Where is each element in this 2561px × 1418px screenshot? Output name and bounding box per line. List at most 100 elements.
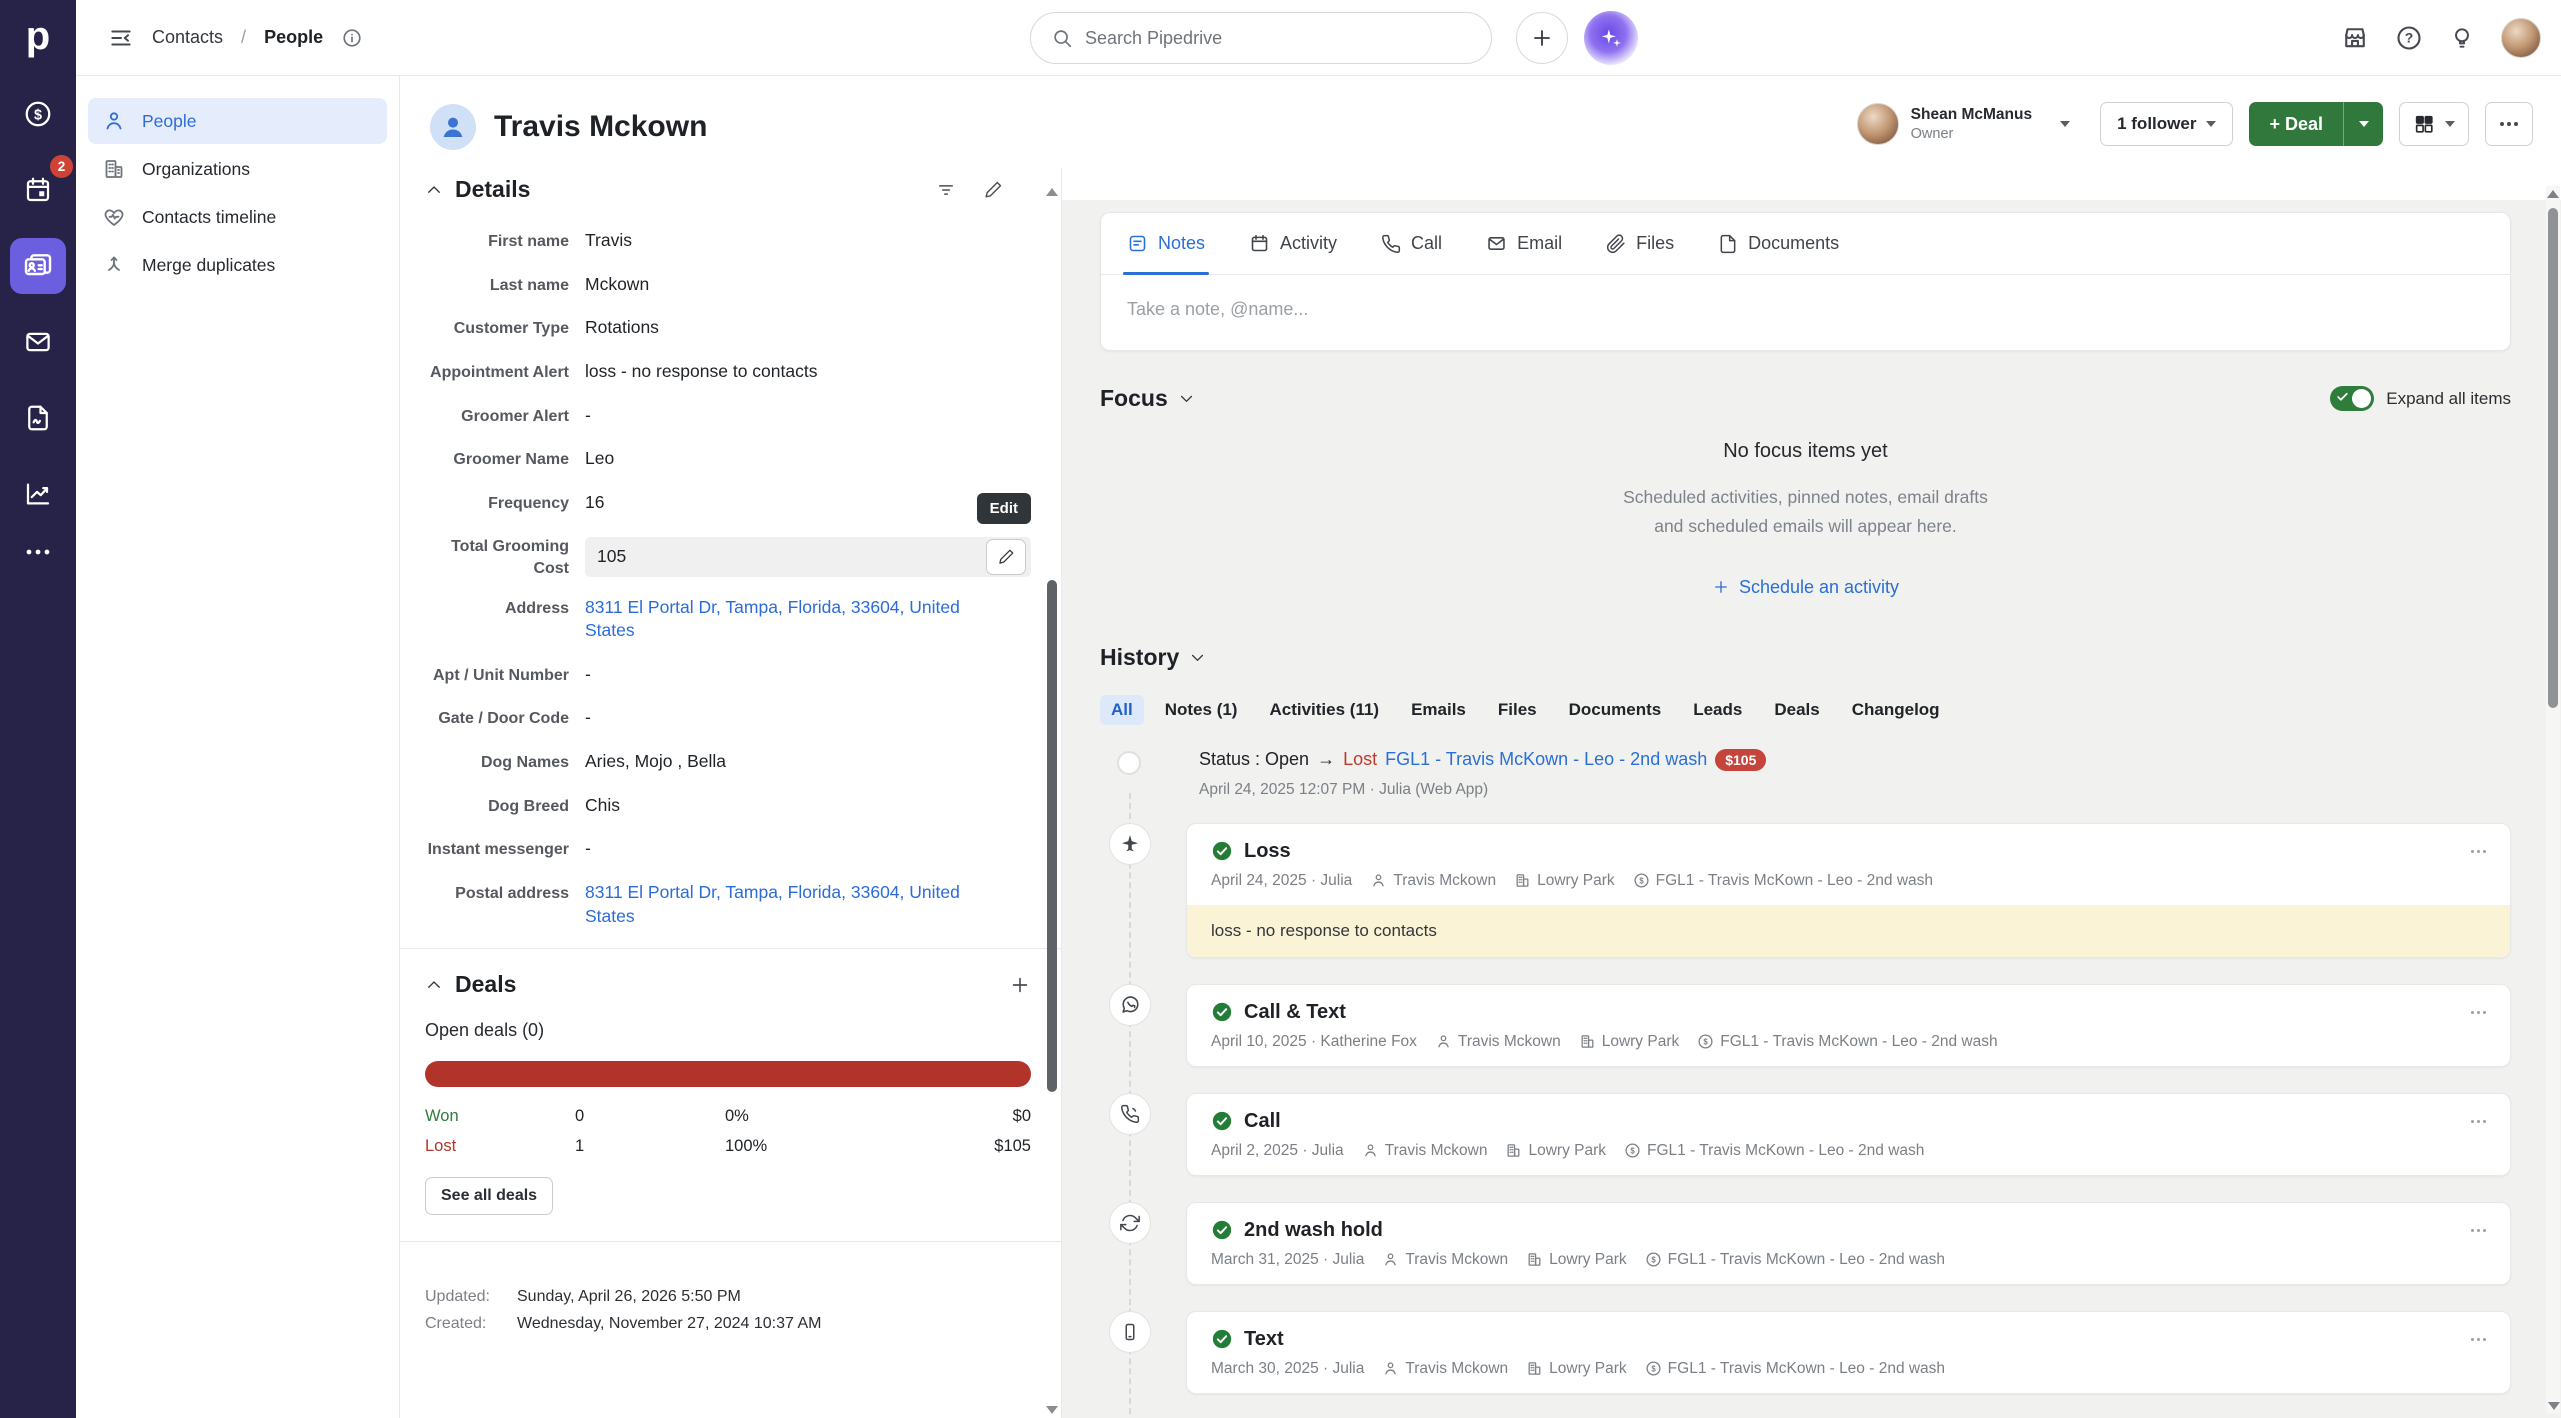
- linked-deal[interactable]: $ FGL1 - Travis McKown - Leo - 2nd wash: [1697, 1033, 1998, 1051]
- sidebar-item-label: Organizations: [142, 158, 250, 179]
- scroll-down-arrow[interactable]: [1046, 1406, 1058, 1414]
- item-more-icon[interactable]: [2476, 1228, 2480, 1232]
- linked-org[interactable]: Lowry Park: [1514, 872, 1615, 890]
- ai-assistant-button[interactable]: [1584, 11, 1638, 65]
- user-avatar[interactable]: [2501, 17, 2541, 58]
- linked-deal[interactable]: $ FGL1 - Travis McKown - Leo - 2nd wash: [1633, 872, 1933, 890]
- item-more-icon[interactable]: [2476, 849, 2480, 853]
- editable-field-highlight[interactable]: 105 Edit: [585, 493, 1031, 577]
- help-icon[interactable]: ?: [2395, 24, 2423, 52]
- layout-switch-button[interactable]: [2399, 102, 2469, 146]
- field-row: Groomer Name Leo: [453, 448, 615, 469]
- sidebar-item-merge-duplicates[interactable]: Merge duplicates: [88, 242, 387, 288]
- deal-value-badge[interactable]: $105: [1715, 748, 1767, 771]
- add-deal-dropdown[interactable]: [2343, 102, 2383, 146]
- see-all-deals-button[interactable]: See all deals: [425, 1177, 554, 1216]
- scroll-down-arrow[interactable]: [2547, 1402, 2560, 1410]
- add-deal-plus-icon[interactable]: [1009, 974, 1031, 996]
- scroll-up-arrow[interactable]: [2547, 190, 2559, 198]
- pipedrive-logo[interactable]: p: [26, 6, 50, 66]
- linked-org[interactable]: Lowry Park: [1526, 1360, 1627, 1378]
- status-meta: April 24, 2025 12:07 PM · Julia (Web App…: [1199, 780, 1489, 798]
- expand-all-toggle[interactable]: [2330, 386, 2375, 411]
- breadcrumb-contacts[interactable]: Contacts: [152, 27, 223, 48]
- item-more-icon[interactable]: [2476, 1337, 2480, 1341]
- history-collapse-icon[interactable]: [1189, 649, 1206, 666]
- contact-avatar[interactable]: [430, 104, 476, 150]
- linked-person[interactable]: Travis Mckown: [1382, 1360, 1508, 1378]
- merge-icon: [102, 253, 126, 277]
- item-more-icon[interactable]: [2476, 1010, 2480, 1014]
- tab-email[interactable]: Email: [1486, 213, 1562, 274]
- tab-notes[interactable]: Notes: [1122, 213, 1210, 275]
- linked-deal[interactable]: $ FGL1 - Travis McKown - Leo - 2nd wash: [1624, 1142, 1924, 1160]
- scroll-thumb[interactable]: [1047, 580, 1057, 1092]
- envelope-icon: [1486, 233, 1507, 254]
- filter-fields-icon[interactable]: [936, 180, 956, 200]
- add-deal-button[interactable]: + Deal: [2249, 102, 2343, 146]
- marketplace-icon[interactable]: [2341, 24, 2369, 52]
- linked-org[interactable]: Lowry Park: [1579, 1033, 1679, 1051]
- linked-person[interactable]: Travis Mckown: [1435, 1033, 1561, 1051]
- sidebar-item-organizations[interactable]: Organizations: [88, 146, 387, 192]
- tab-activity[interactable]: Activity: [1249, 213, 1337, 274]
- rail-item-mail[interactable]: [10, 314, 66, 370]
- deal-link[interactable]: FGL1 - Travis McKown - Leo - 2nd wash: [1385, 749, 1707, 770]
- focus-collapse-icon[interactable]: [1178, 390, 1195, 407]
- rail-item-activities[interactable]: 2: [10, 155, 73, 218]
- tab-files[interactable]: Files: [1606, 213, 1674, 274]
- search-bar[interactable]: [1030, 12, 1492, 64]
- rail-item-campaigns[interactable]: [10, 390, 66, 446]
- linked-org[interactable]: Lowry Park: [1505, 1142, 1606, 1160]
- followers-button[interactable]: 1 follower: [2100, 102, 2234, 146]
- filter-files[interactable]: Files: [1487, 695, 1548, 725]
- tab-documents[interactable]: Documents: [1718, 213, 1839, 274]
- sidebar-collapse-icon[interactable]: [108, 25, 134, 51]
- rail-item-contacts[interactable]: [10, 238, 66, 294]
- linked-org[interactable]: Lowry Park: [1526, 1251, 1627, 1269]
- linked-person[interactable]: Travis Mckown: [1370, 872, 1496, 890]
- sidebar-item-people[interactable]: People: [88, 98, 387, 144]
- search-input[interactable]: [1085, 27, 1471, 49]
- quick-add-button[interactable]: [1516, 12, 1568, 64]
- address-link[interactable]: 8311 El Portal Dr, Tampa, Florida, 33604…: [585, 597, 960, 641]
- rail-more-button[interactable]: [25, 548, 51, 556]
- schedule-activity-button[interactable]: Schedule an activity: [1100, 577, 2511, 598]
- collapse-deals-icon[interactable]: [425, 976, 443, 994]
- sidebar-item-contacts-timeline[interactable]: Contacts timeline: [88, 194, 387, 240]
- rail-item-deals[interactable]: $: [10, 86, 66, 142]
- scroll-up-arrow[interactable]: [1046, 188, 1058, 196]
- chevron-down-icon: [2060, 121, 2071, 127]
- details-scrollbar[interactable]: [1046, 188, 1058, 1414]
- linked-person[interactable]: Travis Mckown: [1382, 1251, 1508, 1269]
- linked-deal[interactable]: $ FGL1 - Travis McKown - Leo - 2nd wash: [1645, 1251, 1945, 1269]
- filter-notes[interactable]: Notes (1): [1154, 695, 1249, 725]
- lightbulb-icon[interactable]: [2449, 24, 2475, 52]
- edit-details-icon[interactable]: [984, 180, 1003, 199]
- linked-person[interactable]: Travis Mckown: [1362, 1142, 1487, 1160]
- rail-item-insights[interactable]: [10, 466, 66, 522]
- page-scrollbar[interactable]: [2546, 186, 2560, 1414]
- info-icon[interactable]: [341, 27, 363, 49]
- filter-leads[interactable]: Leads: [1682, 695, 1753, 725]
- lost-row: Lost 1 100% $105: [425, 1137, 1031, 1156]
- filter-all[interactable]: All: [1100, 694, 1144, 725]
- collapse-details-icon[interactable]: [425, 181, 443, 199]
- deals-section: Deals Open deals (0) Won 0 0% $0 Lost 1 …: [425, 949, 1031, 1216]
- filter-changelog[interactable]: Changelog: [1841, 695, 1951, 725]
- note-input[interactable]: [1127, 299, 2484, 320]
- filter-documents[interactable]: Documents: [1558, 695, 1673, 725]
- tab-call[interactable]: Call: [1381, 213, 1442, 274]
- owner-selector[interactable]: Shean McManus Owner: [1856, 103, 2071, 145]
- scroll-thumb[interactable]: [2548, 208, 2558, 708]
- filter-deals[interactable]: Deals: [1763, 695, 1830, 725]
- edit-field-button[interactable]: [986, 538, 1026, 575]
- header-more-button[interactable]: [2485, 102, 2533, 146]
- field-row: Postal address 8311 El Portal Dr, Tampa, …: [455, 881, 960, 926]
- filter-activities[interactable]: Activities (11): [1258, 695, 1390, 725]
- filter-emails[interactable]: Emails: [1400, 695, 1477, 725]
- linked-deal[interactable]: $ FGL1 - Travis McKown - Leo - 2nd wash: [1645, 1360, 1945, 1378]
- postal-address-link[interactable]: 8311 El Portal Dr, Tampa, Florida, 33604…: [585, 882, 960, 926]
- item-more-icon[interactable]: [2476, 1119, 2480, 1123]
- breadcrumb-separator: /: [241, 27, 247, 47]
